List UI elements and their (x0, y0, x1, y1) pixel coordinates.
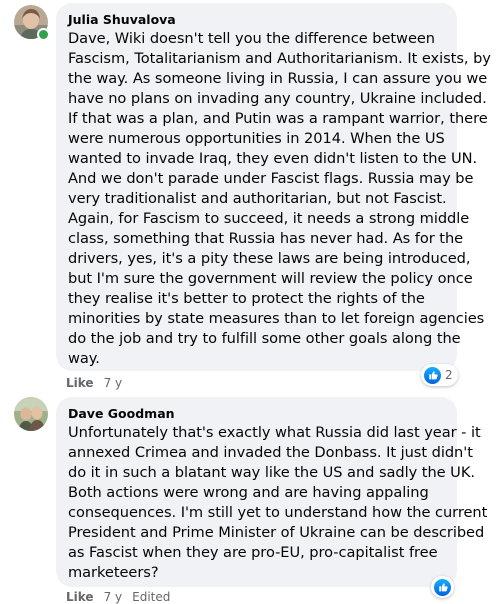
online-status-icon (37, 28, 50, 41)
avatar-dave[interactable] (14, 397, 48, 431)
reaction-count: 2 (445, 368, 453, 382)
comment-bubble: Dave Goodman Unfortunately that's exactl… (56, 397, 488, 587)
reaction-summary[interactable] (431, 576, 454, 598)
edited-label: Edited (132, 590, 171, 604)
comment-actions: Like 7 y (66, 376, 122, 390)
comment-author[interactable]: Dave Goodman (68, 406, 445, 422)
comment-timestamp[interactable]: 7 y (104, 376, 123, 390)
comment-actions: Like 7 y Edited (66, 590, 170, 604)
like-button[interactable]: Like (66, 590, 94, 604)
avatar-photo-icon (14, 397, 48, 431)
reaction-summary[interactable]: 2 (421, 364, 458, 386)
comment-bubble: Julia Shuvalova Dave, Wiki doesn't tell … (56, 3, 491, 371)
comment-text: Unfortunately that's exactly what Russia… (68, 424, 488, 581)
like-reaction-icon (434, 578, 451, 596)
comment-author[interactable]: Julia Shuvalova (68, 12, 445, 28)
comment-timestamp[interactable]: 7 y (104, 590, 123, 604)
comment-text: Dave, Wiki doesn't tell you the differen… (68, 30, 491, 367)
like-reaction-icon (424, 366, 441, 384)
like-button[interactable]: Like (66, 376, 94, 390)
